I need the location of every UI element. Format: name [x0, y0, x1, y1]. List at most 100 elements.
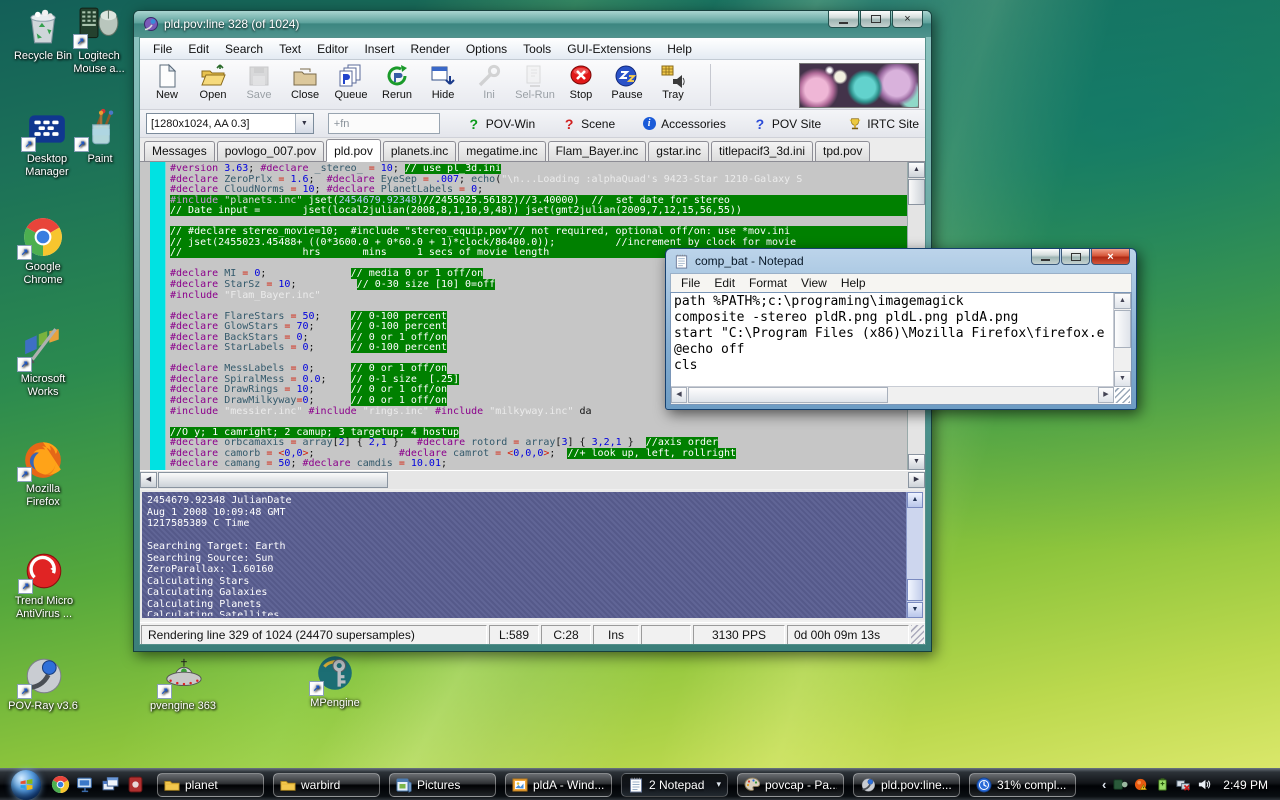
scrollbar-thumb[interactable] [907, 579, 923, 601]
minimize-button[interactable] [828, 11, 859, 28]
chrome-icon[interactable] [51, 775, 70, 794]
media-icon[interactable] [126, 775, 145, 794]
desktop-icon-mozilla-firefox[interactable]: ↗Mozilla Firefox [12, 438, 74, 509]
scrollbar-thumb[interactable] [1114, 310, 1131, 348]
menu-item-help[interactable]: Help [835, 275, 872, 291]
scroll-right-icon[interactable]: ▶ [1098, 387, 1114, 403]
link-irtc-site[interactable]: IRTC Site [848, 116, 919, 131]
link-pov-win[interactable]: ?POV-Win [467, 116, 535, 131]
taskbar-clock[interactable]: 2:49 PM [1223, 778, 1268, 792]
resize-grip[interactable] [911, 625, 924, 645]
taskbar-button-pictures[interactable]: Pictures [389, 773, 496, 797]
desktop-icon-paint[interactable]: ↗Paint [70, 108, 130, 166]
fn-input[interactable] [328, 113, 440, 134]
menu-item-render[interactable]: Render [403, 41, 456, 56]
menu-item-text[interactable]: Text [272, 41, 308, 56]
network-error-tray-icon[interactable] [1176, 777, 1191, 792]
menu-item-gui-extensions[interactable]: GUI-Extensions [560, 41, 658, 56]
tray-overflow-chevron[interactable]: ‹ [1102, 777, 1106, 792]
menu-item-view[interactable]: View [795, 275, 833, 291]
menu-item-search[interactable]: Search [218, 41, 270, 56]
toolbar-button-queue[interactable]: Queue [328, 63, 374, 107]
taskbar-button-2-notepad[interactable]: 2 Notepad▾ [621, 773, 728, 797]
toolbar-button-stop[interactable]: Stop [558, 63, 604, 107]
toolbar-button-close[interactable]: Close [282, 63, 328, 107]
toolbar-button-open[interactable]: Open [190, 63, 236, 107]
scrollbar-thumb[interactable] [688, 387, 888, 403]
toolbar-button-new[interactable]: New [144, 63, 190, 107]
desktop-icon-pvengine-363[interactable]: ↗pvengine 363 [140, 655, 226, 713]
menu-item-options[interactable]: Options [459, 41, 514, 56]
taskbar-button-pld-pov-line[interactable]: pld.pov:line... [853, 773, 960, 797]
tab-megatime-inc[interactable]: megatime.inc [458, 141, 545, 161]
scroll-left-icon[interactable]: ◀ [140, 472, 157, 488]
taskbar-button-povcap-pa[interactable]: povcap - Pa... [737, 773, 844, 797]
notepad-horizontal-scrollbar[interactable]: ◀ ▶ [671, 386, 1114, 404]
scroll-down-icon[interactable]: ▼ [1114, 371, 1131, 387]
maximize-button[interactable] [1061, 249, 1090, 265]
tab-pld-pov[interactable]: pld.pov [326, 139, 381, 162]
link-accessories[interactable]: iAccessories [642, 116, 726, 131]
editor-horizontal-scrollbar[interactable]: ◀ ▶ [140, 470, 925, 489]
taskbar-button-warbird[interactable]: warbird [273, 773, 380, 797]
alert-tray-icon[interactable] [1134, 777, 1149, 792]
toolbar-button-hide[interactable]: Hide [420, 63, 466, 107]
window-switcher-icon[interactable] [101, 775, 120, 794]
taskbar-button-31-compl[interactable]: 31% compl... [969, 773, 1076, 797]
menu-item-format[interactable]: Format [743, 275, 793, 291]
menu-item-edit[interactable]: Edit [181, 41, 216, 56]
scroll-down-icon[interactable]: ▼ [908, 454, 925, 470]
taskbar-button-planet[interactable]: planet [157, 773, 264, 797]
resize-grip[interactable] [1115, 388, 1130, 403]
menu-item-help[interactable]: Help [660, 41, 699, 56]
toolbar-button-pause[interactable]: Pause [604, 63, 650, 107]
tab-flam-bayer-inc[interactable]: Flam_Bayer.inc [548, 141, 647, 161]
desktop-icon-trend-micro-antivirus[interactable]: ↗Trend Micro AntiVirus ... [2, 550, 86, 621]
scroll-up-icon[interactable]: ▲ [907, 492, 923, 508]
minimize-button[interactable] [1031, 249, 1060, 265]
tab-gstar-inc[interactable]: gstar.inc [648, 141, 709, 161]
logitech-tray-icon[interactable] [1113, 777, 1128, 792]
tab-tpd-pov[interactable]: tpd.pov [815, 141, 870, 161]
scroll-left-icon[interactable]: ◀ [671, 387, 687, 403]
tab-planets-inc[interactable]: planets.inc [383, 141, 456, 161]
start-button[interactable] [11, 770, 41, 800]
desktop-icon-mpengine[interactable]: ↗MPengine [292, 652, 378, 710]
scrollbar-thumb[interactable] [908, 179, 925, 205]
power-tray-icon[interactable] [1155, 777, 1170, 792]
menu-item-insert[interactable]: Insert [357, 41, 401, 56]
close-button[interactable]: × [1091, 249, 1130, 265]
tab-titlepacif3-3d-ini[interactable]: titlepacif3_3d.ini [711, 141, 813, 161]
tab-messages[interactable]: Messages [144, 141, 215, 161]
scroll-up-icon[interactable]: ▲ [908, 162, 925, 178]
menu-item-file[interactable]: File [675, 275, 706, 291]
desktop-icon-logitech-mouse-a[interactable]: ↗Logitech Mouse a... [62, 5, 136, 76]
notepad-vertical-scrollbar[interactable]: ▲ ▼ [1113, 293, 1131, 387]
menu-item-tools[interactable]: Tools [516, 41, 558, 56]
chevron-down-icon[interactable]: ▼ [295, 114, 313, 133]
link-scene[interactable]: ?Scene [562, 116, 615, 131]
close-button[interactable]: × [892, 11, 923, 28]
render-settings-combobox[interactable]: [1280x1024, AA 0.3] ▼ [146, 113, 314, 134]
message-vertical-scrollbar[interactable]: ▲ ▼ [906, 492, 923, 618]
desktop-icon-google-chrome[interactable]: ↗Google Chrome [12, 216, 74, 287]
notepad-text-area[interactable]: path %PATH%;c:\programing\imagemagickcom… [674, 294, 1112, 385]
menu-item-edit[interactable]: Edit [708, 275, 741, 291]
scrollbar-thumb[interactable] [158, 472, 388, 488]
taskbar-button-plda-wind[interactable]: pldA - Wind... [505, 773, 612, 797]
menu-item-editor[interactable]: Editor [310, 41, 355, 56]
toolbar-button-rerun[interactable]: Rerun [374, 63, 420, 107]
link-pov-site[interactable]: ?POV Site [753, 116, 821, 131]
menu-item-file[interactable]: File [146, 41, 179, 56]
desktop-icon-microsoft-works[interactable]: ↗Microsoft Works [10, 328, 76, 399]
show-desktop-icon[interactable] [76, 775, 95, 794]
volume-tray-icon[interactable] [1197, 777, 1212, 792]
scroll-down-icon[interactable]: ▼ [907, 602, 923, 618]
povray-titlebar[interactable]: pld.pov:line 328 (of 1024) [134, 11, 931, 37]
tab-povlogo-007-pov[interactable]: povlogo_007.pov [217, 141, 324, 161]
toolbar-button-tray[interactable]: Tray [650, 63, 696, 107]
scroll-up-icon[interactable]: ▲ [1114, 293, 1131, 309]
scroll-right-icon[interactable]: ▶ [908, 472, 925, 488]
maximize-button[interactable] [860, 11, 891, 28]
desktop-icon-pov-ray-v3-6[interactable]: ↗POV-Ray v3.6 [0, 655, 86, 713]
